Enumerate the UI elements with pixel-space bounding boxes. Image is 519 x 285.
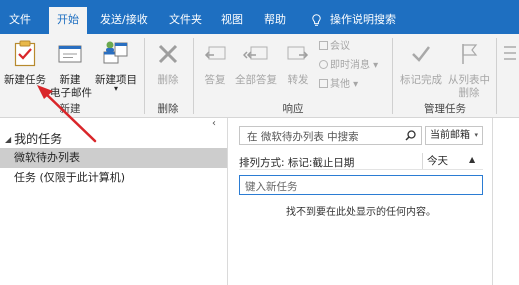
annotation-arrow xyxy=(37,85,97,143)
